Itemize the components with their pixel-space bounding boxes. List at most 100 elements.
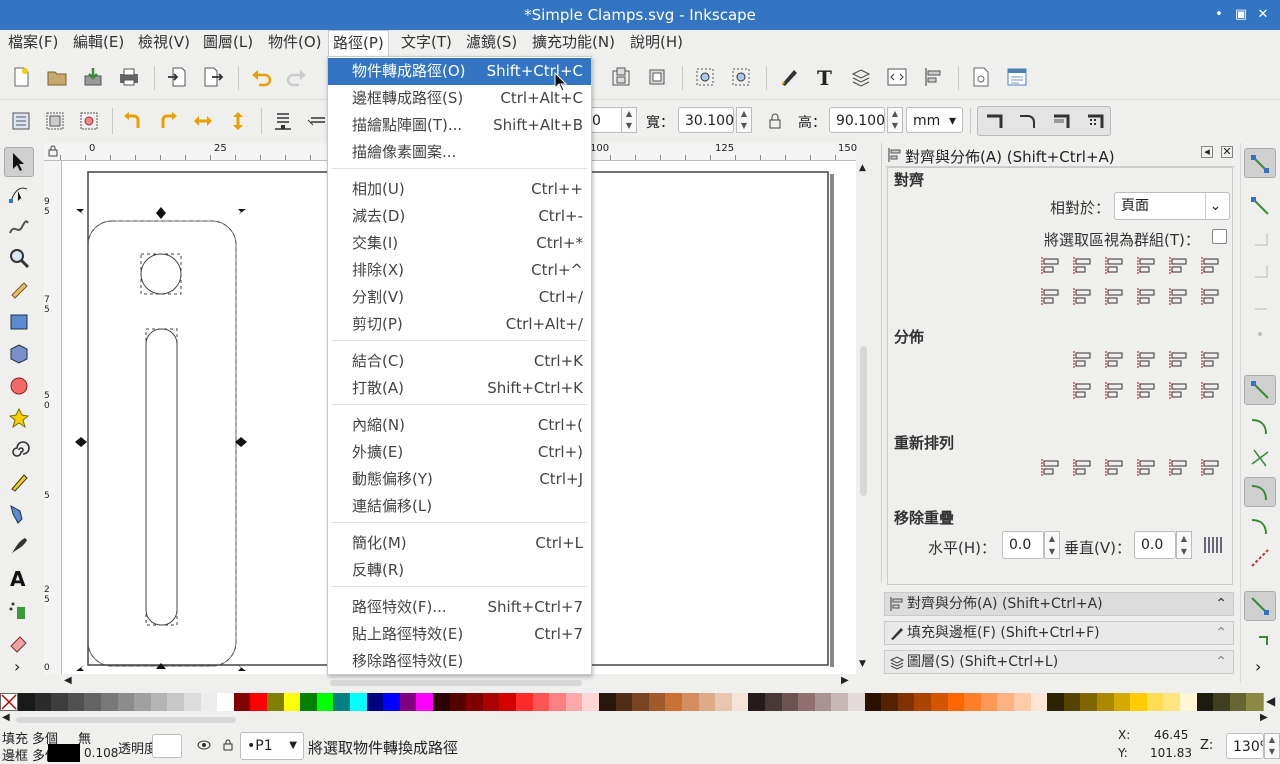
menu-item-intersection[interactable]: 交集(I) Ctrl+* (328, 230, 591, 257)
color-swatch[interactable] (964, 693, 982, 711)
color-swatch[interactable] (582, 693, 600, 711)
hscroll-thumb[interactable] (330, 680, 582, 686)
menu-item-paste-path-effect[interactable]: 貼上路徑特效(E) Ctrl+7 (328, 621, 591, 648)
palette-scroll-right-icon[interactable]: ▶ (1260, 712, 1268, 723)
color-swatch[interactable] (350, 693, 367, 711)
ellipse-tool-icon[interactable] (8, 375, 30, 397)
snap-nodes-icon[interactable] (1249, 379, 1271, 401)
color-swatch[interactable] (366, 693, 384, 711)
menu-view[interactable]: 檢視(V) (134, 30, 194, 56)
width-input[interactable]: 30.100 (678, 107, 734, 133)
select-all-icon[interactable] (10, 110, 32, 132)
menu-item-outset[interactable]: 外擴(E) Ctrl+) (328, 439, 591, 466)
vertical-gap-spinner[interactable]: ▲ ▼ (1176, 531, 1192, 559)
close-button[interactable]: ✕ (1252, 0, 1274, 30)
snap-bbox-icon[interactable] (1249, 195, 1271, 217)
menu-item-dynamic-offset[interactable]: 動態偏移(Y) Ctrl+J (328, 466, 591, 493)
distribute-button-9-icon[interactable] (1166, 379, 1190, 403)
color-swatch[interactable] (1080, 693, 1098, 711)
color-swatch[interactable] (316, 693, 334, 711)
distribute-button-7-icon[interactable] (1102, 379, 1126, 403)
color-swatch[interactable] (383, 693, 401, 711)
horizontal-gap-spinner[interactable]: ▲ ▼ (1044, 531, 1060, 559)
color-swatch[interactable] (1229, 693, 1247, 711)
node-tool-icon[interactable] (8, 183, 30, 205)
color-swatch[interactable] (1047, 693, 1065, 711)
lock-icon[interactable] (764, 110, 786, 132)
scroll-left-icon[interactable]: ◀ (64, 675, 72, 686)
color-swatch[interactable] (18, 693, 35, 711)
align-button-11-icon[interactable] (1166, 285, 1190, 309)
canvas-hscroll[interactable]: ◀ ▶ (62, 675, 856, 690)
stroke-color-swatch[interactable] (48, 744, 80, 762)
spray-tool-icon[interactable] (8, 599, 30, 621)
menu-object[interactable]: 物件(O) (264, 30, 326, 56)
color-swatch[interactable] (848, 693, 865, 711)
ungroup-icon[interactable] (646, 66, 668, 88)
xml-editor-icon[interactable] (886, 66, 908, 88)
menu-item-division[interactable]: 分割(V) Ctrl+/ (328, 284, 591, 311)
color-swatch[interactable] (333, 693, 351, 711)
color-swatch[interactable] (51, 693, 69, 711)
menu-extensions[interactable]: 擴充功能(N) (528, 30, 619, 56)
color-swatch[interactable] (1113, 693, 1131, 711)
rearrange-button-4-icon[interactable] (1134, 456, 1158, 480)
treat-as-group-checkbox[interactable] (1212, 229, 1227, 244)
palette-menu-icon[interactable]: ◀ (1266, 694, 1275, 708)
dock-tab-layers[interactable]: 圖層(S) (Shift+Ctrl+L) ⌃ (884, 650, 1234, 674)
vscroll-thumb[interactable] (860, 346, 867, 496)
align-distribute-icon[interactable] (922, 66, 944, 88)
color-swatch[interactable] (267, 693, 284, 711)
import-icon[interactable] (166, 66, 188, 88)
menu-item-union[interactable]: 相加(U) Ctrl++ (328, 176, 591, 203)
select-all-layers-icon[interactable] (44, 110, 66, 132)
zoom-spinner[interactable]: ▲ ▼ (1264, 733, 1280, 759)
panel-iconify-icon[interactable]: ◂ (1201, 146, 1213, 158)
color-swatch[interactable] (134, 693, 152, 711)
scroll-right-icon[interactable]: ▶ (841, 675, 849, 686)
menu-item-inset[interactable]: 內縮(N) Ctrl+( (328, 412, 591, 439)
color-swatch[interactable] (1213, 693, 1231, 711)
align-button-12-icon[interactable] (1198, 285, 1222, 309)
preferences-icon[interactable] (1006, 66, 1028, 88)
group-icon[interactable] (610, 66, 632, 88)
color-swatch[interactable] (682, 693, 699, 711)
save-icon[interactable] (82, 66, 104, 88)
fill-stroke-icon[interactable] (778, 66, 800, 88)
align-button-6-icon[interactable] (1198, 254, 1222, 278)
pen-tool-icon[interactable] (8, 503, 30, 525)
text-font-icon[interactable]: T (814, 66, 836, 88)
palette-scroll-thumb[interactable] (16, 717, 236, 723)
dock-tab-align[interactable]: 對齊與分佈(A) (Shift+Ctrl+A) ⌃ (884, 592, 1234, 616)
menu-item-remove-path-effect[interactable]: 移除路徑特效(E) (328, 648, 591, 675)
palette-scroll-left-icon[interactable]: ◀ (2, 712, 10, 723)
open-icon[interactable] (46, 66, 68, 88)
snap-page-icon[interactable] (1249, 595, 1271, 617)
menu-item-linked-offset[interactable]: 連結偏移(L) (328, 493, 591, 520)
color-swatch[interactable] (184, 693, 201, 711)
layers-icon[interactable] (850, 66, 872, 88)
calligraphy-tool-icon[interactable] (8, 535, 30, 557)
color-swatch[interactable] (84, 693, 102, 711)
color-swatch[interactable] (715, 693, 733, 711)
rearrange-button-5-icon[interactable] (1166, 456, 1190, 480)
move-gradients-icon[interactable] (1050, 110, 1072, 132)
color-swatch[interactable] (1014, 693, 1031, 711)
align-button-8-icon[interactable] (1070, 285, 1094, 309)
color-swatch[interactable] (1097, 693, 1114, 711)
align-button-1-icon[interactable] (1038, 254, 1062, 278)
rearrange-button-3-icon[interactable] (1102, 456, 1126, 480)
text-tool-icon[interactable]: A (8, 567, 30, 589)
distribute-button-1-icon[interactable] (1070, 348, 1094, 372)
color-swatch[interactable] (897, 693, 915, 711)
color-swatch[interactable] (798, 693, 816, 711)
menu-item-cut-path[interactable]: 剪切(P) Ctrl+Alt+/ (328, 311, 591, 338)
layer-select[interactable]: •P1 ▼ (240, 732, 304, 760)
color-swatch[interactable] (765, 693, 782, 711)
menu-filters[interactable]: 濾鏡(S) (462, 30, 521, 56)
color-swatch[interactable] (1130, 693, 1148, 711)
color-swatch[interactable] (1146, 693, 1164, 711)
height-input[interactable]: 90.100 (829, 107, 885, 133)
color-swatch[interactable] (449, 693, 467, 711)
width-spinner[interactable]: ▲ ▼ (736, 107, 752, 133)
